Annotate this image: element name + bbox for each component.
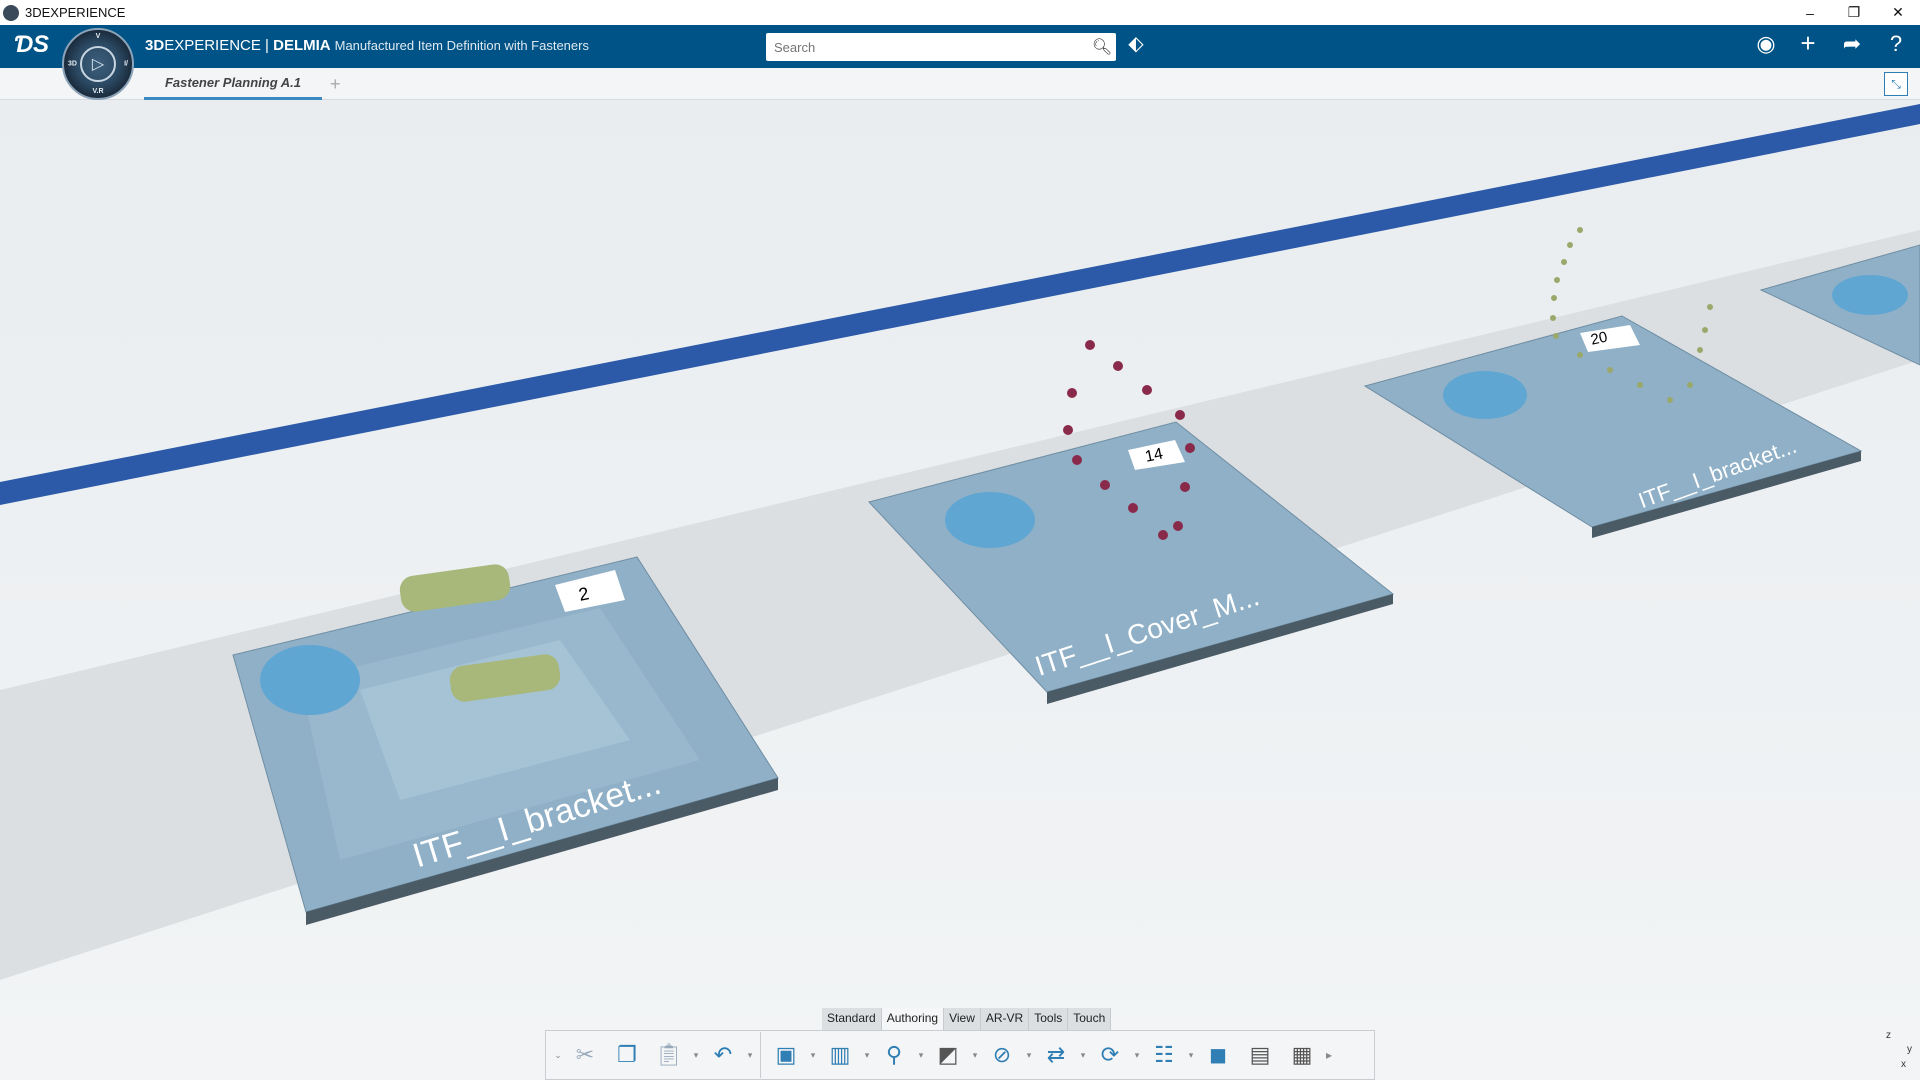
tab-bar: Fastener Planning A.1 + ⤡: [0, 68, 1920, 100]
tab-standard[interactable]: Standard: [822, 1008, 882, 1030]
axis-x: x: [1901, 1059, 1906, 1070]
fastener-icon[interactable]: ⚲: [873, 1036, 915, 1074]
divider: [760, 1032, 761, 1078]
cut-icon[interactable]: ✂: [564, 1036, 606, 1074]
dropdown-arrow-icon[interactable]: ▾: [1077, 1050, 1089, 1061]
synchronize-icon[interactable]: ⟳: [1089, 1036, 1131, 1074]
compass-right-label[interactable]: I/: [124, 61, 128, 68]
window-title: 3DEXPERIENCE: [25, 5, 126, 20]
paste-icon[interactable]: 📋︎: [648, 1036, 690, 1074]
tab-authoring[interactable]: Authoring: [881, 1008, 945, 1030]
dropdown-arrow-icon[interactable]: ▾: [915, 1050, 927, 1061]
window-title-bar: 3DEXPERIENCE – ❐ ✕: [0, 0, 1920, 25]
dropdown-arrow-icon[interactable]: ▾: [861, 1050, 873, 1061]
compass-bottom-label[interactable]: V.R: [92, 88, 103, 95]
fastener-count: 20: [1589, 329, 1609, 349]
tab-tools[interactable]: Tools: [1029, 1008, 1069, 1030]
app-icon: [3, 4, 19, 21]
dropdown-arrow-icon[interactable]: ▾: [807, 1050, 819, 1061]
play-icon[interactable]: ▷: [80, 46, 116, 82]
search-box[interactable]: 🔍︎: [766, 33, 1116, 61]
table-icon[interactable]: ▦: [1281, 1036, 1323, 1074]
split-panel-icon[interactable]: ▤: [1239, 1036, 1281, 1074]
dropdown-arrow-icon[interactable]: ▾: [744, 1050, 756, 1061]
manufactured-item-icon[interactable]: ▣: [765, 1036, 807, 1074]
collapse-icon[interactable]: ⤡: [1884, 72, 1908, 96]
brand-app: DELMIA: [273, 37, 331, 54]
expand-chevron-icon[interactable]: ⌄: [552, 1050, 564, 1061]
3d-viewport[interactable]: 2 ITF__I_bracket... 14 ITF__I_Cover_M...…: [0, 100, 1920, 1080]
share-icon[interactable]: ➦: [1836, 31, 1868, 57]
action-bar-tabs: Standard Authoring View AR-VR Tools Touc…: [822, 1008, 1112, 1030]
compass-left-label[interactable]: 3D: [68, 61, 77, 68]
search-icon[interactable]: 🔍︎: [1088, 37, 1116, 57]
add-icon[interactable]: +: [1792, 28, 1824, 59]
brand-experience: EXPERIENCE: [164, 37, 261, 54]
axis-y: y: [1907, 1044, 1912, 1055]
structure-sync-icon[interactable]: ☷: [1143, 1036, 1185, 1074]
close-button[interactable]: ✕: [1876, 0, 1920, 25]
part-icon: [1832, 275, 1908, 315]
dropdown-arrow-icon[interactable]: ▾: [1023, 1050, 1035, 1061]
3d-view-icon[interactable]: ◼: [1197, 1036, 1239, 1074]
tab-ar-vr[interactable]: AR-VR: [981, 1008, 1030, 1030]
dropdown-arrow-icon[interactable]: ▾: [1131, 1050, 1143, 1061]
tag-icon[interactable]: ⬖: [1120, 31, 1152, 56]
brand-separator: |: [260, 37, 274, 54]
dropdown-arrow-icon[interactable]: ▾: [1185, 1050, 1197, 1061]
copy-icon[interactable]: ❐: [606, 1036, 648, 1074]
axis-triad: z y x: [1882, 1030, 1912, 1070]
brand-3d: 3D: [145, 37, 165, 54]
app-title: 3DEXPERIENCE | DELMIA Manufactured Item D…: [145, 37, 589, 54]
undo-icon[interactable]: ↶: [702, 1036, 744, 1074]
part-icon: [260, 645, 360, 715]
tab-touch[interactable]: Touch: [1068, 1008, 1112, 1030]
compass-top-label[interactable]: V: [96, 33, 101, 40]
assembly-icon[interactable]: ▥: [819, 1036, 861, 1074]
user-profile-icon[interactable]: ◉: [1750, 31, 1782, 57]
app-subtitle: Manufactured Item Definition with Fasten…: [334, 38, 589, 53]
part-icon: [1443, 371, 1527, 419]
dropdown-arrow-icon[interactable]: ▾: [969, 1050, 981, 1061]
fastener-definition-icon[interactable]: ◩: [927, 1036, 969, 1074]
flip-icon[interactable]: ⇄: [1035, 1036, 1077, 1074]
compass-widget[interactable]: V 3D I/ V.R ▷: [62, 28, 134, 100]
add-tab-button[interactable]: +: [330, 74, 341, 95]
scroll-right-icon[interactable]: ▸: [1323, 1048, 1335, 1062]
axis-z: z: [1886, 1030, 1891, 1041]
help-icon[interactable]: ?: [1880, 31, 1912, 57]
fastener-count: 14: [1144, 445, 1165, 465]
boolean-icon[interactable]: ⊘: [981, 1036, 1023, 1074]
tab-view[interactable]: View: [944, 1008, 981, 1030]
tab-fastener-planning[interactable]: Fastener Planning A.1: [144, 68, 322, 100]
dropdown-arrow-icon[interactable]: ▾: [690, 1050, 702, 1061]
action-bar: ⌄ ✂ ❐ 📋︎ ▾ ↶ ▾ ▣ ▾ ▥ ▾ ⚲ ▾ ◩ ▾ ⊘ ▾ ⇄ ▾ ⟳ ▾ ☷ ▾ ◼ ▤…: [545, 1030, 1375, 1080]
part-icon: [945, 492, 1035, 548]
top-bar: ƊS 3DEXPERIENCE | DELMIA Manufactured Ite…: [0, 25, 1920, 68]
restore-button[interactable]: ❐: [1832, 0, 1876, 25]
ds-logo-icon[interactable]: ƊS: [14, 31, 49, 59]
minimize-button[interactable]: –: [1788, 0, 1832, 25]
search-input[interactable]: [766, 33, 1088, 61]
